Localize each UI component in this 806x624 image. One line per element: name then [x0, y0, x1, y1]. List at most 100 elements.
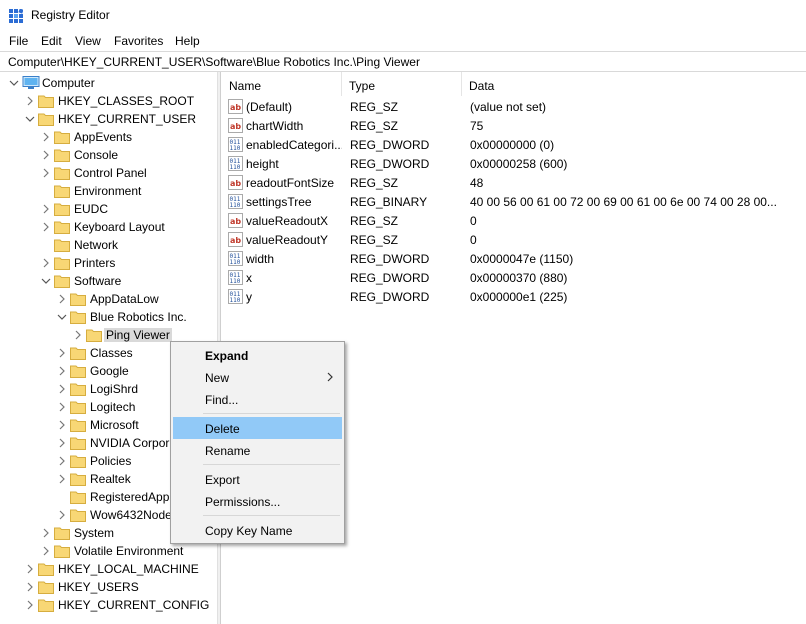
chevron-right-icon[interactable] [56, 398, 68, 416]
tree-item-label: Ping Viewer [104, 328, 172, 342]
binary-value-icon: 011 110 [228, 251, 243, 266]
chevron-right-icon[interactable] [40, 524, 52, 542]
chevron-right-icon[interactable] [56, 434, 68, 452]
value-row[interactable]: 011 110 y REG_DWORD 0x000000e1 (225) [222, 287, 806, 306]
tree-item[interactable]: Software [0, 272, 220, 290]
chevron-right-icon[interactable] [56, 470, 68, 488]
folder-icon [70, 488, 86, 506]
chevron-right-icon[interactable] [24, 578, 36, 596]
chevron-right-icon[interactable] [56, 362, 68, 380]
tree-item-label: System [74, 526, 115, 540]
tree-item-label: Blue Robotics Inc. [90, 310, 187, 324]
chevron-right-icon[interactable] [40, 164, 52, 182]
chevron-right-icon[interactable] [56, 416, 68, 434]
chevron-right-icon[interactable] [72, 326, 84, 344]
chevron-right-icon[interactable] [40, 218, 52, 236]
value-row[interactable]: ab chartWidth REG_SZ 75 [222, 116, 806, 135]
menu-help[interactable]: Help [175, 34, 200, 48]
tree-item[interactable]: HKEY_CURRENT_CONFIG [0, 596, 220, 614]
chevron-right-icon[interactable] [56, 452, 68, 470]
computer-icon [22, 74, 40, 92]
tree-item[interactable]: HKEY_LOCAL_MACHINE [0, 560, 220, 578]
tree-item[interactable]: Printers [0, 254, 220, 272]
menu-item-delete[interactable]: Delete [173, 417, 342, 439]
tree-item[interactable]: Control Panel [0, 164, 220, 182]
column-header-name[interactable]: Name [222, 72, 342, 96]
registry-editor-icon [9, 9, 23, 23]
value-name: enabledCategori... [246, 138, 342, 152]
menu-item-copy-key-name[interactable]: Copy Key Name [173, 519, 342, 541]
value-row[interactable]: 011 110 width REG_DWORD 0x0000047e (1150) [222, 249, 806, 268]
value-row[interactable]: 011 110 x REG_DWORD 0x00000370 (880) [222, 268, 806, 287]
chevron-right-icon[interactable] [40, 542, 52, 560]
tree-item[interactable]: Environment [0, 182, 220, 200]
value-row[interactable]: ab readoutFontSize REG_SZ 48 [222, 173, 806, 192]
menu-item-expand[interactable]: Expand [173, 344, 342, 366]
chevron-right-icon[interactable] [56, 506, 68, 524]
chevron-right-icon[interactable] [40, 200, 52, 218]
address-path[interactable]: Computer\HKEY_CURRENT_USER\Software\Blue… [8, 55, 420, 69]
chevron-right-icon[interactable] [24, 596, 36, 614]
column-header-data[interactable]: Data [462, 72, 806, 96]
menu-item-export[interactable]: Export [173, 468, 342, 490]
chevron-right-icon[interactable] [40, 146, 52, 164]
value-row[interactable]: 011 110 settingsTree REG_BINARY 40 00 56 00 … [222, 192, 806, 211]
chevron-right-icon[interactable] [40, 128, 52, 146]
chevron-right-icon[interactable] [24, 92, 36, 110]
column-header-type[interactable]: Type [342, 72, 462, 96]
chevron-right-icon[interactable] [24, 560, 36, 578]
tree-item[interactable]: AppDataLow [0, 290, 220, 308]
tree-item[interactable]: Console [0, 146, 220, 164]
tree-item[interactable]: Keyboard Layout [0, 218, 220, 236]
tree-item[interactable]: AppEvents [0, 128, 220, 146]
menu-edit[interactable]: Edit [41, 34, 62, 48]
tree-item[interactable]: EUDC [0, 200, 220, 218]
folder-icon [70, 398, 86, 416]
tree-item[interactable]: Computer [0, 74, 220, 92]
tree-item[interactable]: HKEY_USERS [0, 578, 220, 596]
chevron-down-icon[interactable] [56, 308, 68, 326]
chevron-down-icon[interactable] [40, 272, 52, 290]
value-row[interactable]: ab (Default) REG_SZ (value not set) [222, 97, 806, 116]
tree-item[interactable]: Blue Robotics Inc. [0, 308, 220, 326]
svg-text:ab: ab [230, 103, 241, 112]
value-row[interactable]: 011 110 height REG_DWORD 0x00000258 (600) [222, 154, 806, 173]
chevron-down-icon[interactable] [24, 110, 36, 128]
chevron-right-icon[interactable] [40, 254, 52, 272]
menu-item-rename[interactable]: Rename [173, 439, 342, 461]
folder-icon [70, 290, 86, 308]
tree-item-label: Wow6432Node [90, 508, 172, 522]
svg-text:ab: ab [230, 236, 241, 245]
menu-item-find[interactable]: Find... [173, 388, 342, 410]
folder-icon [54, 236, 70, 254]
value-type: REG_DWORD [350, 138, 430, 152]
menu-view[interactable]: View [75, 34, 101, 48]
chevron-right-icon[interactable] [56, 344, 68, 362]
menu-item-new[interactable]: New [173, 366, 342, 388]
folder-icon [38, 560, 54, 578]
tree-item[interactable]: HKEY_CURRENT_USER [0, 110, 220, 128]
value-type: REG_DWORD [350, 252, 430, 266]
value-name: settingsTree [246, 195, 312, 209]
menu-favorites[interactable]: Favorites [114, 34, 163, 48]
tree-item[interactable]: HKEY_CLASSES_ROOT [0, 92, 220, 110]
value-data: 75 [470, 119, 484, 133]
value-data: (value not set) [470, 100, 547, 114]
value-data: 40 00 56 00 61 00 72 00 69 00 61 00 6e 0… [470, 195, 777, 209]
tree-item[interactable]: Volatile Environment [0, 542, 220, 560]
menu-bar: File Edit View Favorites Help [0, 31, 806, 51]
chevron-down-icon[interactable] [8, 74, 20, 92]
svg-text:110: 110 [230, 145, 241, 152]
value-row[interactable]: ab valueReadoutX REG_SZ 0 [222, 211, 806, 230]
svg-text:110: 110 [230, 164, 241, 171]
chevron-right-icon[interactable] [56, 380, 68, 398]
address-bar[interactable]: Computer\HKEY_CURRENT_USER\Software\Blue… [0, 51, 806, 72]
menu-file[interactable]: File [9, 34, 28, 48]
menu-item-permissions[interactable]: Permissions... [173, 490, 342, 512]
value-row[interactable]: 011 110 enabledCategori... REG_DWORD 0x00000… [222, 135, 806, 154]
menu-separator [203, 515, 340, 516]
value-row[interactable]: ab valueReadoutY REG_SZ 0 [222, 230, 806, 249]
tree-item[interactable]: Network [0, 236, 220, 254]
chevron-right-icon[interactable] [56, 290, 68, 308]
value-data: 0x00000258 (600) [470, 157, 568, 171]
